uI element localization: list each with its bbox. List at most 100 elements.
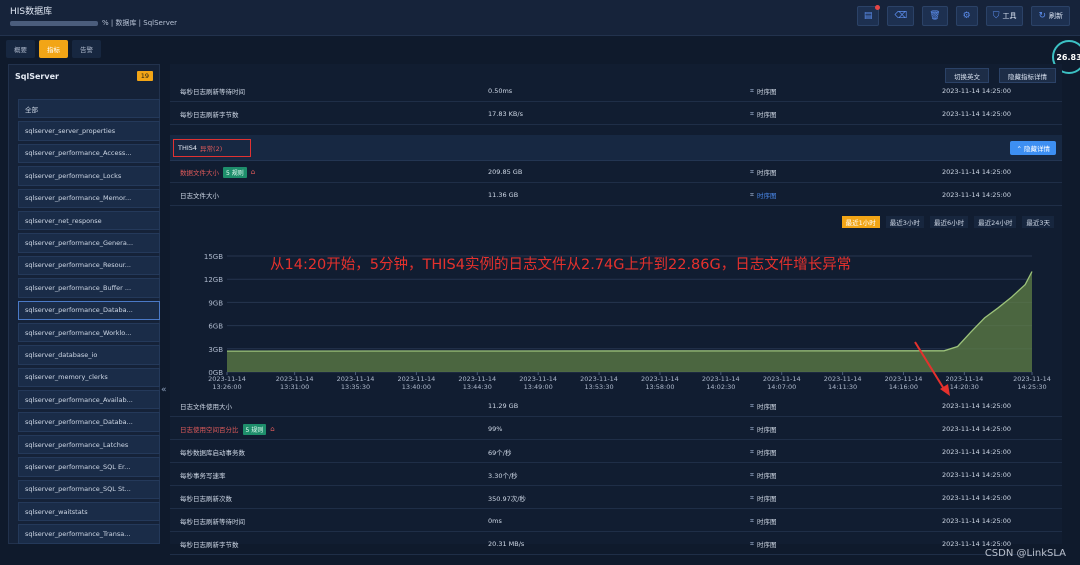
refresh-button[interactable]: ↻ 刷新 [1031, 6, 1070, 26]
sidebar-item[interactable]: sqlserver_waitstats [18, 502, 160, 522]
sidebar-item[interactable]: sqlserver_performance_Databa... [18, 412, 160, 432]
top-bar: HIS数据库 % | 数据库 | SqlServer ▤ ⌫ 🗑 ⚙ ⛉ 工具 ↻ 刷新 [0, 0, 1080, 36]
metric-value: 0ms [488, 517, 502, 525]
collapse-sidebar-icon[interactable]: « [161, 385, 167, 395]
metric-name: 每秒事务写速率 [180, 472, 226, 480]
sidebar-item[interactable]: sqlserver_performance_Latches [18, 434, 160, 455]
x-tick-date: 2023-11-14 [1013, 375, 1051, 383]
rule-tag[interactable]: 5 规则 [242, 423, 267, 435]
timeseries-label: 时序图 [756, 495, 777, 503]
sidebar-item[interactable]: sqlserver_performance_SQL Er... [18, 457, 160, 477]
x-tick-date: 2023-11-14 [276, 375, 314, 383]
trash-button[interactable]: 🗑 [922, 6, 948, 26]
sidebar-item[interactable]: sqlserver_performance_Availab... [18, 390, 160, 410]
metric-row: 每秒日志刷新字节数 17.83 KB/s ⌗ 时序图 2023-11-14 14:25:… [170, 103, 1062, 125]
chart-icon: ⌗ [750, 86, 754, 95]
sidebar-item[interactable]: sqlserver_performance_Worklo... [18, 322, 160, 343]
timeseries-link[interactable]: ⌗ 时序图 [750, 487, 776, 509]
x-tick-time: 14:20:30 [950, 383, 979, 391]
timeseries-label: 时序图 [756, 88, 777, 96]
x-tick-date: 2023-11-14 [208, 375, 246, 383]
tab-1[interactable]: 指标 [39, 40, 68, 58]
timeseries-link[interactable]: ⌗ 时序图 [750, 533, 776, 555]
metric-value: 0.50ms [488, 87, 513, 95]
metric-name-cell: 数据文件大小 5 规则 ⌂ [180, 161, 255, 183]
chart-icon: ⌗ [750, 424, 754, 433]
y-tick-label: 9GB [208, 299, 223, 307]
y-tick-label: 15GB [204, 253, 223, 261]
metric-row: 每秒事务写速率 3.30个/秒 ⌗ 时序图 2023-11-14 14:25:00 [170, 464, 1062, 486]
x-tick-time: 14:02:30 [706, 383, 735, 391]
tab-0[interactable]: 概要 [6, 40, 35, 58]
chart-icon: ⌗ [750, 109, 754, 118]
sidebar-item[interactable]: sqlserver_performance_Access... [18, 143, 160, 164]
sidebar-item[interactable]: 全部 [18, 99, 160, 119]
tab-2[interactable]: 告警 [72, 40, 101, 58]
sidebar-item[interactable]: sqlserver_performance_Genera... [18, 233, 160, 253]
range-option[interactable]: 最近1小时 [841, 216, 880, 228]
sidebar-item[interactable]: sqlserver_performance_SQL St... [18, 479, 160, 500]
timeseries-link[interactable]: ⌗ 时序图 [750, 161, 776, 183]
main-panel: 切换英文 隐藏指标详情 THIS4 异常(2) ⌃ 隐藏详情 最近1小时 最近3小时… [170, 64, 1062, 555]
toolbar-button-label: 工具 [1002, 12, 1017, 20]
x-tick-time: 13:58:00 [645, 383, 674, 391]
chart-icon: ⌗ [750, 493, 754, 502]
timeseries-link[interactable]: ⌗ 时序图 [750, 80, 776, 102]
sidebar-item[interactable]: sqlserver_performance_Databa... [18, 300, 160, 320]
refresh-icon: ↻ [1038, 11, 1046, 21]
metric-value: 350.97次/秒 [488, 495, 526, 503]
shield-button[interactable]: ⛉ 工具 [985, 6, 1024, 26]
sidebar-item[interactable]: sqlserver_performance_Locks [18, 166, 160, 186]
metric-row: 每秒日志刷新次数 350.97次/秒 ⌗ 时序图 2023-11-14 14:25:00 [170, 487, 1062, 509]
metric-name-cell: 每秒日志刷新等待时间 [180, 80, 245, 102]
timeseries-link[interactable]: ⌗ 时序图 [750, 464, 776, 486]
sidebar-item[interactable]: sqlserver_server_properties [18, 121, 160, 141]
tab-bar: 概要 指标 告警 [0, 40, 101, 60]
chart-icon: ⌗ [750, 447, 754, 456]
range-option[interactable]: 最近6小时 [929, 216, 969, 228]
chart-annotation: 从14:20开始，5分钟，THIS4实例的日志文件从2.74G上升到22.86G… [270, 257, 852, 273]
metric-time: 2023-11-14 14:25:00 [942, 494, 1012, 502]
sidebar-item[interactable]: sqlserver_performance_Memor... [18, 188, 160, 208]
x-tick-time: 13:53:30 [584, 383, 613, 391]
metric-time: 2023-11-14 14:25:00 [942, 110, 1012, 118]
series-line [226, 271, 1033, 352]
x-tick-date: 2023-11-14 [885, 375, 923, 383]
sidebar-item[interactable]: sqlserver_performance_Resour... [18, 255, 160, 276]
sidebar-item[interactable]: sqlserver_performance_Transa... [18, 524, 160, 544]
chart-icon: ⌗ [750, 401, 754, 410]
metric-value: 209.85 GB [488, 168, 523, 176]
timeseries-link[interactable]: ⌗ 时序图 [750, 103, 776, 125]
notification-dot [875, 5, 881, 10]
settings-icon: ⚙ [962, 11, 971, 21]
sidebar-title: SqlServer [15, 72, 59, 81]
rule-tag[interactable]: 5 规则 [223, 166, 247, 178]
metric-value: 17.83 KB/s [488, 110, 523, 118]
doc-button[interactable]: ▤ [856, 5, 881, 26]
metric-row: 每秒日志刷新等待时间 0.50ms ⌗ 时序图 2023-11-14 14:25:00 [170, 80, 1062, 102]
timeseries-link[interactable]: ⌗ 时序图 [750, 184, 776, 206]
range-option[interactable]: 最近3小时 [885, 216, 924, 228]
metric-name: 每秒日志刷新次数 [180, 495, 232, 503]
timeseries-link[interactable]: ⌗ 时序图 [750, 395, 776, 417]
timeseries-label: 时序图 [756, 518, 777, 526]
settings-button[interactable]: ⚙ [955, 6, 978, 26]
metric-name-cell: 每秒日志刷新等待时间 [180, 510, 245, 532]
sidebar-item[interactable]: sqlserver_performance_Buffer ... [18, 278, 160, 298]
range-option[interactable]: 最近3天 [1022, 216, 1054, 228]
range-option[interactable]: 最近24小时 [974, 216, 1017, 228]
hide-details-button[interactable]: ⌃ 隐藏详情 [1010, 141, 1056, 155]
timeseries-link[interactable]: ⌗ 时序图 [750, 510, 776, 532]
metric-row: 每秒日志刷新等待时间 0ms ⌗ 时序图 2023-11-14 14:25:00 [170, 510, 1062, 532]
metric-time: 2023-11-14 14:25:00 [942, 168, 1012, 176]
metric-name-cell: 日志文件使用大小 [180, 395, 232, 417]
metric-value: 99% [488, 425, 503, 433]
timeseries-label: 时序图 [756, 472, 777, 480]
timeseries-link[interactable]: ⌗ 时序图 [750, 418, 776, 440]
timeseries-link[interactable]: ⌗ 时序图 [750, 441, 776, 463]
x-tick-time: 13:44:30 [463, 383, 492, 391]
sidebar-item[interactable]: sqlserver_net_response [18, 210, 160, 231]
delete-button[interactable]: ⌫ [887, 6, 915, 26]
sidebar-item[interactable]: sqlserver_database_io [18, 345, 160, 365]
sidebar-item[interactable]: sqlserver_memory_clerks [18, 367, 160, 388]
